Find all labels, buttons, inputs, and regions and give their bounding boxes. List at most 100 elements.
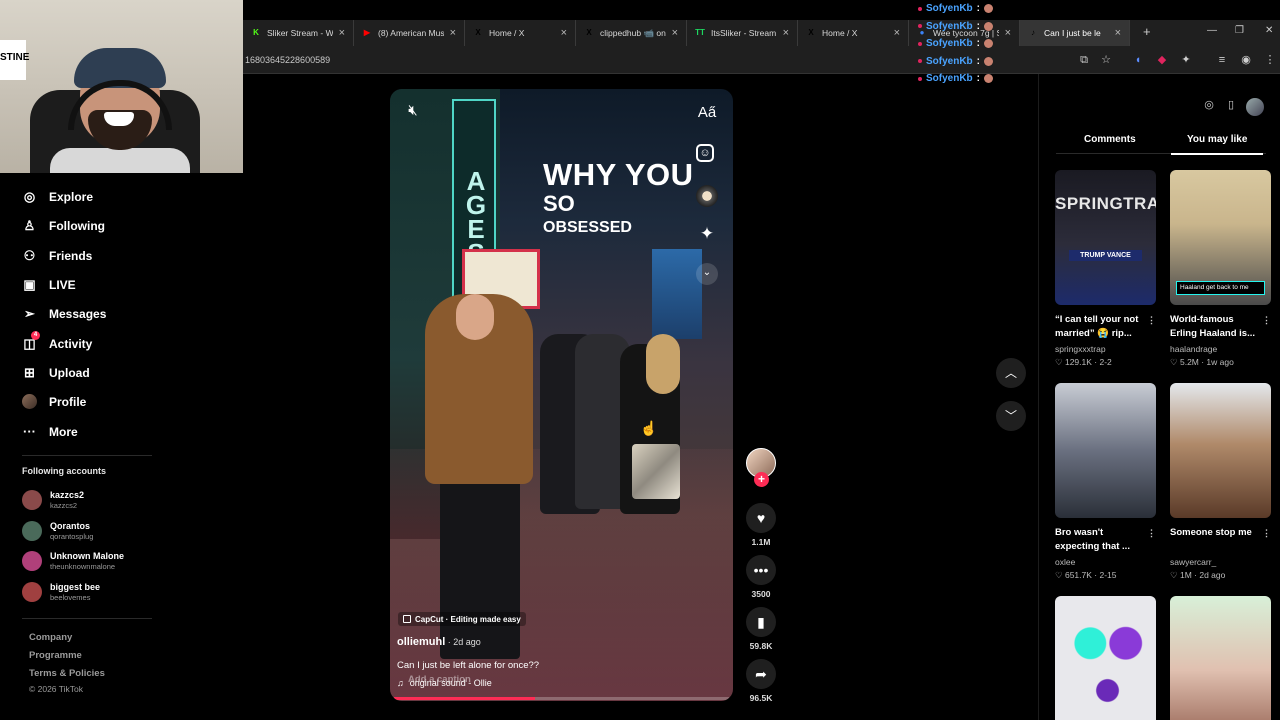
footer-link[interactable]: Programme bbox=[29, 650, 82, 661]
tab-close-icon[interactable]: × bbox=[339, 27, 345, 39]
sidebar-item-following[interactable]: ♙ Following bbox=[22, 218, 105, 233]
card-username[interactable]: haalandrage bbox=[1170, 344, 1271, 354]
video-thumbnail[interactable] bbox=[1055, 383, 1156, 518]
close-window-button[interactable]: ✕ bbox=[1265, 25, 1273, 36]
captions-button[interactable]: Aa̋ bbox=[696, 103, 718, 125]
more-options-icon[interactable]: ⋮ bbox=[1262, 526, 1271, 540]
chevron-down-icon[interactable]: ⌄ bbox=[696, 263, 718, 285]
more-options-icon[interactable]: ⋮ bbox=[1262, 313, 1271, 327]
puzzle-icon[interactable]: ✦ bbox=[1179, 53, 1193, 67]
tab-close-icon[interactable]: × bbox=[450, 27, 456, 39]
chat-username[interactable]: SofyenKb bbox=[926, 73, 973, 84]
following-account[interactable]: Unknown Malone theunknownmalone bbox=[22, 551, 124, 571]
chat-username[interactable]: SofyenKb bbox=[926, 38, 973, 49]
save-button[interactable]: ▮ 59.8K bbox=[744, 607, 778, 651]
footer-link[interactable]: Terms & Policies bbox=[29, 668, 105, 679]
cast-icon[interactable]: ⧉ bbox=[1077, 53, 1091, 67]
video-player[interactable]: AGES WHY YOU SO OBSESSED 🔇︎ Aa̋ ☺ ✦ ⌄ Ca… bbox=[390, 89, 733, 701]
browser-tab[interactable]: TT ItsSliker - Stream × bbox=[687, 20, 798, 46]
minimize-button[interactable]: — bbox=[1207, 25, 1217, 36]
following-account[interactable]: biggest bee beelovemes bbox=[22, 582, 100, 602]
chat-message: SofyenKb: bbox=[918, 0, 1038, 18]
video-thumbnail[interactable]: Haaland get back to me bbox=[1170, 170, 1271, 305]
like-button[interactable]: ♥ 1.1M bbox=[744, 503, 778, 547]
bookmark-star-icon[interactable]: ☆ bbox=[1099, 53, 1113, 67]
url-text[interactable]: 16803645228600589 bbox=[245, 55, 330, 65]
following-account[interactable]: Qorantos qorantosplug bbox=[22, 521, 93, 541]
recommended-video-card[interactable]: SPRINGTRAP TRUMP VANCE “I can tell your no… bbox=[1055, 170, 1156, 368]
user-avatar[interactable] bbox=[1246, 98, 1264, 116]
extension-icon[interactable]: ◖ bbox=[1131, 53, 1145, 67]
video-thumbnail[interactable]: SPRINGTRAP TRUMP VANCE bbox=[1055, 170, 1156, 305]
video-thumbnail[interactable] bbox=[1055, 596, 1156, 720]
sticker-icon[interactable]: ☺ bbox=[696, 144, 714, 162]
sidebar-item-upload[interactable]: ⊞ Upload bbox=[22, 365, 90, 380]
card-username[interactable]: springxxxtrap bbox=[1055, 344, 1156, 354]
previous-video-button[interactable]: ︿ bbox=[996, 358, 1026, 388]
card-title[interactable]: Bro wasn't expecting that ... ⋮ bbox=[1055, 526, 1156, 556]
restore-button[interactable]: ❐ bbox=[1235, 25, 1244, 36]
tab-comments[interactable]: Comments bbox=[1084, 134, 1136, 145]
recommended-video-card[interactable]: Haaland get back to me World-famous Erlin… bbox=[1170, 170, 1271, 368]
video-thumbnail[interactable] bbox=[1170, 596, 1271, 720]
card-title[interactable]: “I can tell your not married” 😭 rip... ⋮ bbox=[1055, 313, 1156, 343]
tab-you-may-like[interactable]: You may like bbox=[1170, 134, 1264, 155]
recommended-video-card[interactable] bbox=[1170, 596, 1271, 720]
more-options-icon[interactable]: ⋮ bbox=[1147, 526, 1156, 540]
new-tab-button[interactable]: + bbox=[1143, 24, 1151, 39]
follow-plus-button[interactable]: + bbox=[754, 472, 769, 487]
tab-close-icon[interactable]: × bbox=[561, 27, 567, 39]
tab-close-icon[interactable]: × bbox=[783, 27, 789, 39]
browser-tab[interactable]: Xclippedhub 📹 on × bbox=[576, 20, 687, 46]
video-overlay-text-line3: OBSESSED bbox=[543, 219, 632, 236]
video-thumbnail[interactable] bbox=[1170, 383, 1271, 518]
chat-username[interactable]: SofyenKb bbox=[926, 3, 973, 14]
video-progress-bar[interactable] bbox=[394, 697, 729, 700]
following-account[interactable]: kazzcs2 kazzcs2 bbox=[22, 490, 84, 510]
card-username[interactable]: oxlee bbox=[1055, 557, 1156, 567]
sidebar-item-explore[interactable]: ◎ Explore bbox=[22, 189, 93, 204]
sidebar-item-friends[interactable]: ⚇ Friends bbox=[22, 248, 93, 263]
chat-badge-icon bbox=[918, 76, 922, 81]
tab-close-icon[interactable]: × bbox=[1115, 27, 1121, 39]
tab-close-icon[interactable]: × bbox=[672, 27, 678, 39]
sparkle-icon[interactable]: ✦ bbox=[696, 224, 718, 246]
friends-icon: ⚇ bbox=[23, 248, 36, 263]
profile-icon[interactable]: ◉ bbox=[1239, 53, 1253, 67]
shield-extension-icon[interactable]: ◆ bbox=[1155, 53, 1169, 67]
sidebar-item-messages[interactable]: ➢ Messages bbox=[22, 306, 106, 321]
author-name[interactable]: olliemuhl bbox=[397, 636, 445, 648]
sidebar-item-activity[interactable]: ◫ 4 Activity bbox=[22, 331, 92, 351]
more-options-icon[interactable]: ⋮ bbox=[1147, 313, 1156, 327]
recommended-video-card[interactable]: Someone stop me ⋮ sawyercarr_ ♡ 1M · 2d ago bbox=[1170, 383, 1271, 581]
recommended-video-card[interactable]: Bro wasn't expecting that ... ⋮ oxlee ♡ 651… bbox=[1055, 383, 1156, 581]
browser-tab[interactable]: X Home / X × bbox=[798, 20, 909, 46]
sidebar-item-label: Friends bbox=[49, 248, 93, 263]
chat-username[interactable]: SofyenKb bbox=[926, 21, 973, 32]
music-disc-icon[interactable] bbox=[696, 185, 718, 207]
compass-icon[interactable]: ◎ bbox=[1202, 98, 1216, 112]
sidebar-item-more[interactable]: ··· More bbox=[22, 424, 78, 439]
phone-icon[interactable]: ▯ bbox=[1224, 98, 1238, 112]
recommended-video-card[interactable] bbox=[1055, 596, 1156, 720]
comment-button[interactable]: ••• 3500 bbox=[744, 555, 778, 599]
card-username[interactable]: sawyercarr_ bbox=[1170, 557, 1271, 567]
browser-tab[interactable]: X Home / X × bbox=[465, 20, 576, 46]
tab-close-icon[interactable]: × bbox=[894, 27, 900, 39]
browser-tab[interactable]: ▶ (8) American Mus × bbox=[354, 20, 465, 46]
share-button[interactable]: ➦ 96.5K bbox=[744, 659, 778, 703]
media-control-icon[interactable]: ≡ bbox=[1215, 53, 1229, 67]
footer-link[interactable]: Company bbox=[29, 632, 72, 643]
sound-link[interactable]: ♫ original sound - Ollie bbox=[397, 678, 492, 688]
card-title[interactable]: Someone stop me ⋮ bbox=[1170, 526, 1271, 556]
card-title[interactable]: World-famous Erling Haaland is... ⋮ bbox=[1170, 313, 1271, 343]
chat-username[interactable]: SofyenKb bbox=[926, 56, 973, 67]
browser-menu-icon[interactable]: ⋮ bbox=[1263, 53, 1277, 67]
video-author[interactable]: olliemuhl · 2d ago bbox=[397, 636, 481, 648]
next-video-button[interactable]: ﹀ bbox=[996, 401, 1026, 431]
sidebar-item-live[interactable]: ▣ LIVE bbox=[22, 277, 75, 292]
mute-icon[interactable]: 🔇︎ bbox=[402, 101, 424, 123]
browser-tab[interactable]: K Sliker Stream - W × bbox=[243, 20, 354, 46]
capcut-badge[interactable]: CapCut · Editing made easy bbox=[398, 612, 526, 626]
sidebar-item-profile[interactable]: Profile bbox=[22, 394, 86, 409]
